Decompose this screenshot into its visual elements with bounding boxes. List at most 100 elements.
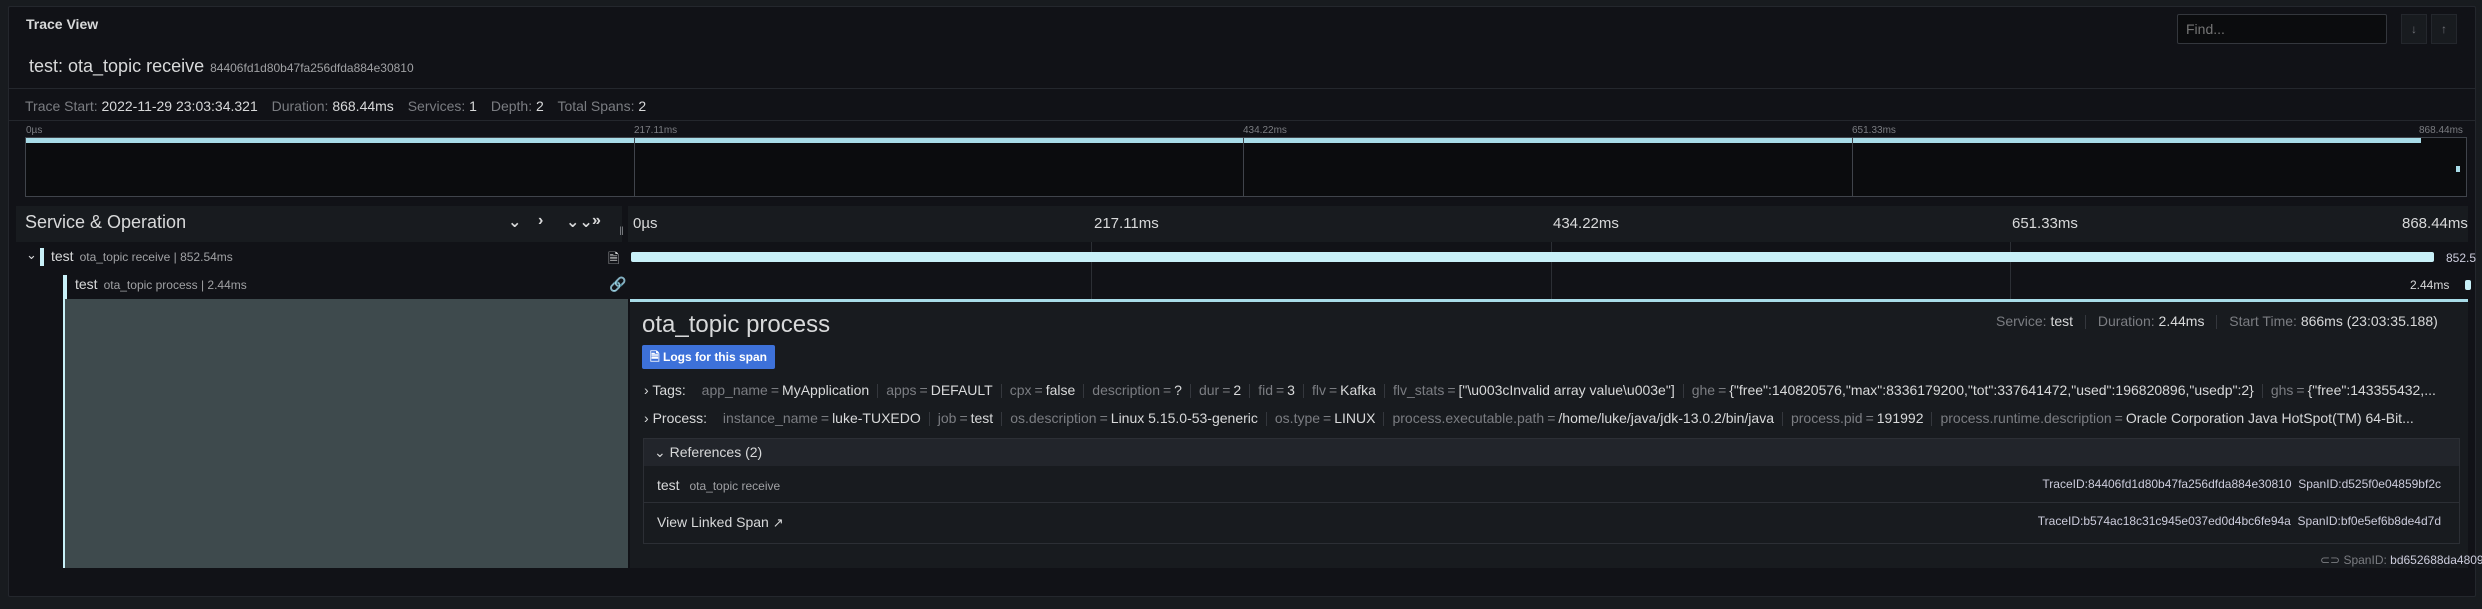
chevron-down-icon: ⌄ <box>654 444 670 460</box>
link-icon[interactable]: 🔗 <box>609 276 626 293</box>
logs-icon: 🗎 <box>650 350 663 364</box>
collapse-one-button[interactable]: ⌄ <box>508 212 521 232</box>
process-value: /home/luke/java/jdk-13.0.2/bin/java <box>1558 410 1774 426</box>
process-value: luke-TUXEDO <box>832 410 921 426</box>
span-service: test <box>75 276 98 292</box>
trace-id: 84406fd1d80b47fa256dfda884e30810 <box>210 61 414 75</box>
view-linked-span-link[interactable]: View Linked Span <box>657 514 769 530</box>
tag-key: app_name <box>701 382 768 398</box>
kv-separator <box>1249 384 1251 399</box>
minimap-gridline <box>634 137 635 197</box>
minimap-span-bar-small <box>2456 166 2460 172</box>
external-link-icon: ↗ <box>772 515 784 530</box>
span-id-footer[interactable]: ⊂⊃ SpanID: bd652688da480913 <box>2320 553 2482 567</box>
process-key: process.runtime.description <box>1940 410 2112 426</box>
span-operation: ota_topic receive | 852.54ms <box>79 250 233 264</box>
span-id-label: SpanID: <box>2343 553 2387 567</box>
span-operation: ota_topic process | 2.44ms <box>103 278 247 292</box>
span-bar[interactable] <box>2465 280 2471 290</box>
kv-equals: = <box>770 382 780 398</box>
timeline-tick: 434.22ms <box>1553 215 1619 232</box>
references-label: References (2) <box>669 444 763 460</box>
tag-value: MyApplication <box>782 382 870 398</box>
kv-equals: = <box>2114 410 2123 426</box>
reference-row[interactable]: test ota_topic receive TraceID:84406fd1d… <box>644 466 2459 503</box>
span-bar[interactable] <box>631 252 2434 262</box>
reference-span-id: SpanID:d525f0e04859bf2c <box>2298 477 2441 491</box>
minimap-tick: 651.33ms <box>1852 125 1896 136</box>
logs-button-label: Logs for this span <box>662 350 767 364</box>
span-detail-gutter <box>65 299 628 568</box>
minimap-span-bar <box>26 138 2421 143</box>
tag-key: dur <box>1198 382 1220 398</box>
trace-minimap[interactable] <box>25 137 2467 197</box>
link-icon: ⊂⊃ <box>2320 553 2344 567</box>
timeline-tick: 0µs <box>633 215 658 232</box>
process-key: process.executable.path <box>1392 410 1545 426</box>
total-spans-label: Total Spans: <box>557 98 635 114</box>
logs-for-span-button[interactable]: 🗎 Logs for this span <box>642 345 775 369</box>
tags-row[interactable]: › Tags: app_name = MyApplication apps = DEFAU… <box>644 382 2458 399</box>
service-label: Service: <box>1996 313 2047 329</box>
tag-value: {"free":140820576,"max":8336179200,"tot"… <box>1729 382 2254 398</box>
service-value: test <box>2050 313 2074 329</box>
process-key: os.type <box>1274 410 1321 426</box>
span-name[interactable]: test ota_topic receive | 852.54ms <box>51 248 233 266</box>
kv-equals: = <box>2296 382 2305 398</box>
kv-equals: = <box>1547 410 1556 426</box>
total-spans-value: 2 <box>638 98 647 114</box>
collapse-all-button[interactable]: » <box>592 212 601 230</box>
process-key: os.description <box>1010 410 1097 426</box>
reference-row[interactable]: View Linked Span ↗ TraceID:b574ac18c31c9… <box>644 503 2459 540</box>
tags-label: Tags: <box>652 382 686 398</box>
tag-key: flv_stats <box>1392 382 1445 398</box>
service-operation-label: Service & Operation <box>25 212 187 232</box>
next-result-button[interactable]: ↓ <box>2401 14 2427 44</box>
span-id-value: bd652688da480913 <box>2390 553 2482 567</box>
kv-equals: = <box>1222 382 1231 398</box>
minimap-tick: 217.11ms <box>634 125 678 136</box>
kv-equals: = <box>1865 410 1874 426</box>
document-icon[interactable]: 🗎 <box>608 248 619 272</box>
trace-stats: Trace Start: 2022-11-29 23:03:34.321 Dur… <box>25 98 656 114</box>
process-row[interactable]: › Process: instance_name = luke-TUXEDO job =… <box>644 410 2458 427</box>
process-value: LINUX <box>1334 410 1376 426</box>
timeline-header <box>628 206 2468 242</box>
reference-trace-id: TraceID:84406fd1d80b47fa256dfda884e30810 <box>2042 477 2292 491</box>
span-duration-label: 852.5 <box>2446 251 2477 265</box>
kv-separator <box>1302 384 1304 399</box>
chevron-down-icon[interactable]: ⌄ <box>26 247 37 263</box>
kv-separator <box>1000 384 1002 399</box>
kv-separator <box>1383 384 1385 399</box>
kv-separator <box>2261 384 2263 399</box>
timeline-tick: 651.33ms <box>2012 215 2078 232</box>
service-color-bar <box>40 248 44 266</box>
duration-value: 2.44ms <box>2158 313 2205 329</box>
prev-result-button[interactable]: ↑ <box>2431 14 2457 44</box>
panel-title: Trace View <box>26 16 99 32</box>
search-input[interactable] <box>2177 14 2387 44</box>
resize-handle-icon[interactable]: ‖ <box>619 224 624 238</box>
process-value: test <box>970 410 994 426</box>
tag-value: false <box>1045 382 1076 398</box>
tag-value: 2 <box>1233 382 1242 398</box>
tag-value: ["\u003cInvalid array value\u003e"] <box>1458 382 1675 398</box>
kv-equals: = <box>1323 410 1332 426</box>
process-key: instance_name <box>722 410 818 426</box>
detail-operation-title: ota_topic process <box>642 311 831 338</box>
divider <box>9 88 2475 89</box>
process-label: Process: <box>652 410 708 426</box>
references-header[interactable]: ⌄ References (2) <box>644 439 2459 466</box>
services-label: Services: <box>407 98 466 114</box>
kv-equals: = <box>959 410 968 426</box>
span-name[interactable]: test ota_topic process | 2.44ms <box>75 276 247 294</box>
process-key: job <box>937 410 957 426</box>
span-service: test <box>51 248 74 264</box>
reference-ids: TraceID:b574ac18c31c945e037ed0d4bc6fe94a… <box>2038 514 2441 528</box>
expand-all-button[interactable]: ⌄⌄ <box>566 212 593 232</box>
tag-value: {"free":143355432,... <box>2307 382 2436 398</box>
trace-title: test: ota_topic receive 84406fd1d80b47fa2… <box>29 56 414 77</box>
tag-key: fid <box>1258 382 1273 398</box>
kv-separator <box>1682 384 1684 399</box>
expand-one-button[interactable]: › <box>538 212 543 230</box>
